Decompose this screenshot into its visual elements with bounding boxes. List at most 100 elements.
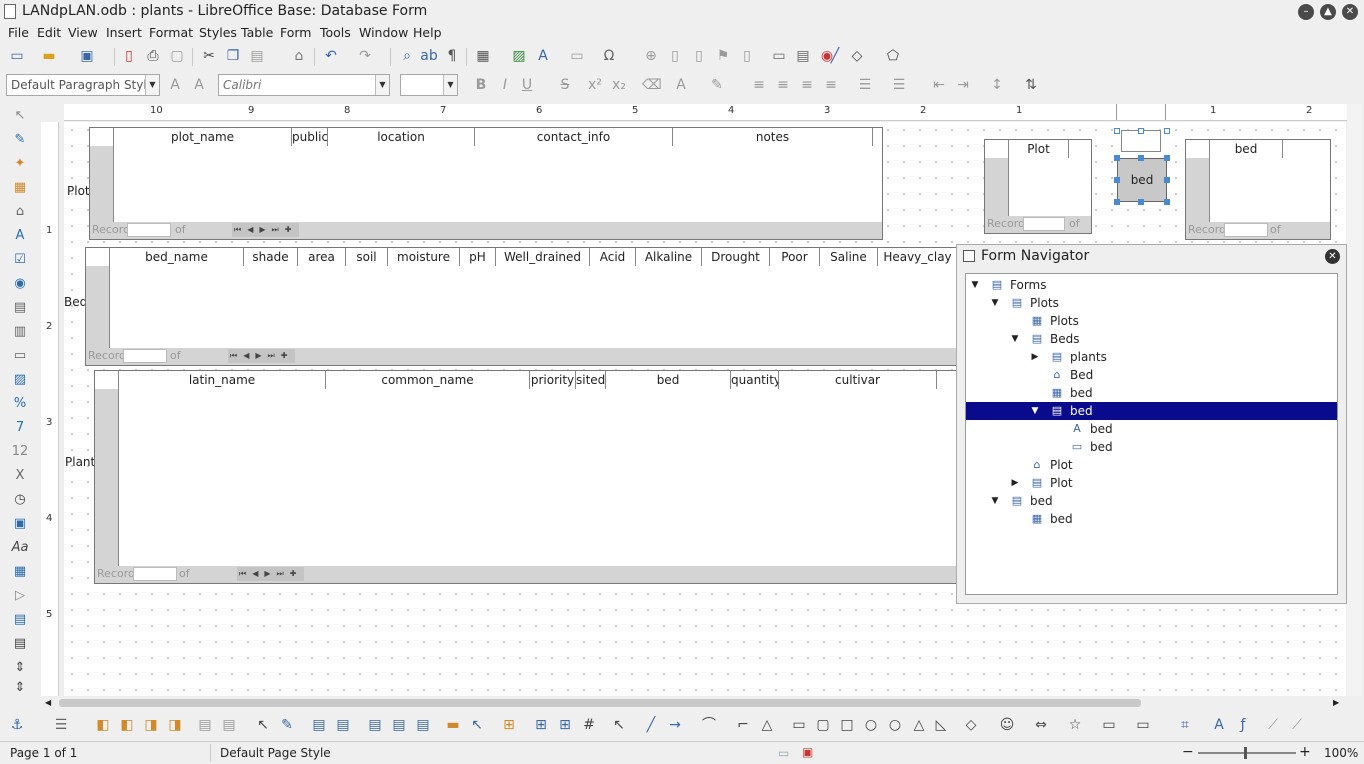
maximize-button[interactable]: ▲: [1320, 4, 1336, 20]
menu-edit[interactable]: Edit: [37, 25, 61, 40]
bed-table-control[interactable]: bed_name shade area soil moisture pH Wel…: [85, 247, 958, 366]
bring-to-front-icon[interactable]: ◧: [94, 716, 112, 734]
insert-image-icon[interactable]: ▨: [510, 47, 528, 65]
draw-functions-icon[interactable]: ⬠: [884, 47, 902, 65]
helplines-icon[interactable]: #: [580, 716, 598, 734]
push-button-icon[interactable]: ▭: [10, 346, 30, 366]
strikethrough-icon[interactable]: S: [556, 76, 574, 94]
column-header[interactable]: public: [292, 128, 328, 146]
plot-table-control[interactable]: plot_name public location contact_info n…: [89, 127, 883, 240]
pattern-field-icon[interactable]: X: [10, 466, 30, 486]
text-box-icon[interactable]: A: [10, 226, 30, 246]
pointer-icon[interactable]: ↖: [610, 716, 628, 734]
column-header[interactable]: latin_name: [119, 371, 326, 389]
save-icon[interactable]: ▣: [78, 47, 96, 65]
menu-form[interactable]: Form: [280, 25, 312, 40]
column-header[interactable]: bed_name: [110, 248, 244, 266]
font-name-combo[interactable]: Calibri ▼: [218, 74, 390, 96]
menu-tools[interactable]: Tools: [320, 25, 351, 40]
collapse-icon[interactable]: ▼: [1010, 330, 1020, 348]
navigator-tree-item[interactable]: Abed: [966, 420, 1337, 438]
print-icon[interactable]: ⎙: [144, 47, 162, 65]
control-properties-icon[interactable]: ▤: [310, 716, 328, 734]
record-number-field[interactable]: [127, 223, 171, 237]
column-header[interactable]: soil: [346, 248, 388, 266]
menu-format[interactable]: Format: [149, 25, 193, 40]
cross-reference-icon[interactable]: ▯: [738, 47, 756, 65]
copy-icon[interactable]: ❐: [224, 47, 242, 65]
date-field-icon[interactable]: 7: [10, 418, 30, 438]
font-color-icon[interactable]: A: [672, 76, 690, 94]
scroll-right-icon[interactable]: ▶: [1333, 698, 1339, 707]
scroll-left-icon[interactable]: ◀: [45, 698, 51, 707]
formatted-field-icon[interactable]: %: [10, 394, 30, 414]
font-size-combo[interactable]: ▼: [400, 74, 458, 96]
menu-file[interactable]: File: [8, 25, 29, 40]
update-style-icon[interactable]: A: [166, 76, 184, 94]
column-header[interactable]: sited: [576, 371, 606, 389]
rounded-rectangle-icon[interactable]: ▢: [814, 716, 832, 734]
wrap-icon[interactable]: ☰: [52, 716, 70, 734]
automatic-focus-icon[interactable]: ↖: [468, 716, 486, 734]
form-navigator-toggle-icon[interactable]: ▤: [366, 716, 384, 734]
back-one-icon[interactable]: ◨: [142, 716, 160, 734]
page-style[interactable]: Default Page Style: [220, 746, 331, 760]
selection-mode-icon[interactable]: ▭: [778, 746, 789, 760]
selection-handle[interactable]: [1164, 199, 1170, 205]
record-number-field[interactable]: [1023, 217, 1065, 231]
spelling-icon[interactable]: ab: [420, 47, 438, 65]
spin-button-icon[interactable]: ⇕: [10, 658, 30, 678]
menu-styles[interactable]: Styles: [199, 25, 237, 40]
column-header[interactable]: Plot: [1009, 140, 1069, 158]
clear-formatting-icon[interactable]: ⌫: [642, 76, 662, 94]
column-header[interactable]: priority: [530, 371, 576, 389]
expand-icon[interactable]: ▶: [1030, 348, 1040, 366]
flowchart-icon[interactable]: ▭: [1134, 716, 1152, 734]
small-bed-table-control[interactable]: bed Record of: [1185, 139, 1331, 240]
menu-help[interactable]: Help: [413, 25, 442, 40]
column-header[interactable]: location: [328, 128, 475, 146]
record-number-field[interactable]: [1224, 223, 1268, 237]
open-design-icon[interactable]: ▬: [444, 716, 462, 734]
line-icon[interactable]: ╱: [826, 47, 844, 65]
record-nav-buttons[interactable]: ⏮◀▶⏭✚: [228, 349, 296, 363]
control-wizards-icon[interactable]: ✦: [10, 154, 30, 174]
text-box-icon[interactable]: A: [1210, 716, 1228, 734]
form-navigator-icon[interactable]: ▤: [10, 634, 30, 654]
collapse-icon[interactable]: ▼: [970, 276, 980, 294]
selection-handle[interactable]: [1114, 199, 1120, 205]
clone-formatting-icon[interactable]: ⌂: [290, 47, 308, 65]
menu-insert[interactable]: Insert: [106, 25, 142, 40]
selection-handle[interactable]: [1138, 199, 1144, 205]
column-header[interactable]: common_name: [326, 371, 530, 389]
indent-icon[interactable]: ⇥: [954, 76, 972, 94]
navigator-tree-item[interactable]: ▶ ▤ Plot: [966, 474, 1337, 492]
navigator-tree-item[interactable]: ▭ bed: [966, 438, 1337, 456]
underline-icon[interactable]: U: [518, 76, 536, 94]
cut-icon[interactable]: ✂: [200, 47, 218, 65]
zoom-slider-thumb[interactable]: [1244, 747, 1247, 759]
align-left-icon[interactable]: ≡: [750, 76, 768, 94]
column-header[interactable]: area: [298, 248, 346, 266]
option-button-icon[interactable]: ◉: [10, 274, 30, 294]
row-selector[interactable]: [985, 158, 1009, 216]
column-header[interactable]: plot_name: [114, 128, 292, 146]
image-button-icon[interactable]: ▨: [10, 370, 30, 390]
right-triangle-icon[interactable]: ◺: [932, 716, 950, 734]
endnote-icon[interactable]: ▯: [690, 47, 708, 65]
select-icon[interactable]: ↖: [10, 106, 30, 126]
selection-handle[interactable]: [1114, 177, 1120, 183]
select-icon[interactable]: ↖: [254, 716, 272, 734]
time-field-icon[interactable]: ◷: [10, 490, 30, 510]
collapse-icon[interactable]: ▼: [990, 294, 1000, 312]
paragraph-spacing-icon[interactable]: ⇅: [1022, 76, 1040, 94]
insert-textbox-icon[interactable]: A: [534, 47, 552, 65]
callout-icon[interactable]: ▭: [1100, 716, 1118, 734]
bookmark-icon[interactable]: ⚑: [714, 47, 732, 65]
expand-icon[interactable]: ▶: [1010, 474, 1020, 492]
connector-icon[interactable]: ⌐: [734, 716, 752, 734]
insert-table-icon[interactable]: ▦: [474, 47, 492, 65]
zoom-in-icon[interactable]: +: [1299, 744, 1311, 760]
navigator-tree-item[interactable]: ⌂ Plot: [966, 456, 1337, 474]
design-mode-icon[interactable]: ✎: [10, 130, 30, 150]
